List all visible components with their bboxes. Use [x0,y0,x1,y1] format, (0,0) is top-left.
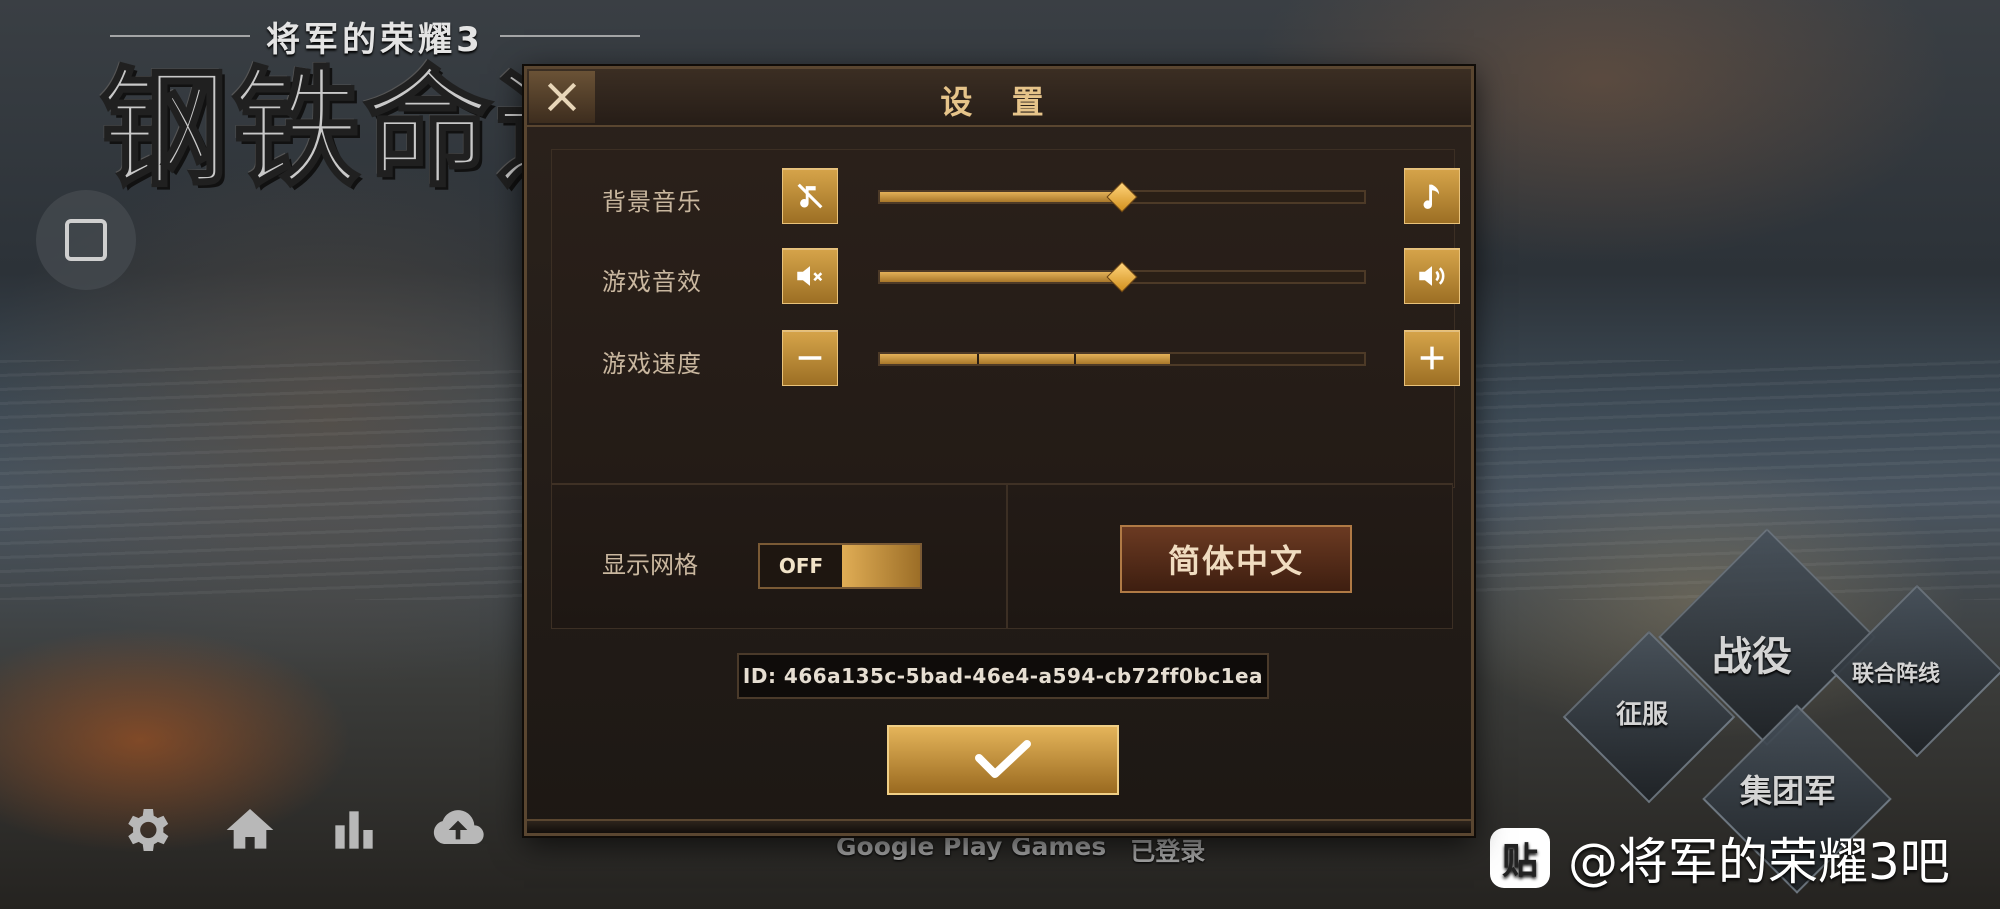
tieba-watermark: 贴 @将军的荣耀3吧 [1490,822,1950,894]
cloud-upload-button[interactable] [424,800,492,860]
music-note-icon [1423,184,1440,209]
music-label: 背景音乐 [602,188,702,216]
stats-icon [335,811,373,849]
home-icon [226,809,274,849]
speaker-mute-icon [797,266,823,286]
music-slider-fill [880,192,1122,202]
display-language-panel: 显示网格 OFF 简体中文 [551,483,1453,629]
music-mute-button[interactable] [782,168,838,224]
mode-army-group-label: 集团军 [1740,772,1837,810]
settings-dialog: 设 置 背景音乐 游戏音效 游戏速度 显示网格 OFF 简体中文 ID: 466… [524,66,1474,836]
mode-campaign-label: 战役 [1712,634,1792,680]
speed-row: 游戏速度 [552,322,1460,392]
mode-conquest-label: 征服 [1616,700,1669,730]
music-on-button[interactable] [1404,168,1460,224]
speaker-loud-icon [1419,266,1445,286]
google-play-status: Google Play Games 已登录 [836,832,1205,868]
game-speed-slider[interactable] [878,352,1366,366]
sfx-volume-slider[interactable] [878,261,1366,293]
dialog-title: 设 置 [940,83,1058,121]
speed-label: 游戏速度 [602,350,702,378]
minus-icon [798,356,822,360]
music-slider-knob[interactable] [1106,181,1138,213]
grid-label: 显示网格 [602,551,698,579]
grid-option: 显示网格 OFF [552,485,1008,628]
sfx-loud-button[interactable] [1404,248,1460,304]
grid-toggle[interactable]: OFF [758,543,922,589]
speed-segment-divider [1267,354,1270,364]
tieba-logo-icon: 贴 [1490,828,1550,888]
speed-segment-divider [976,354,979,364]
gear-icon [128,809,169,851]
watermark-text: @将军的荣耀3吧 [1568,833,1950,891]
speed-segment-divider [1170,354,1173,364]
audio-speed-panel: 背景音乐 游戏音效 游戏速度 [551,149,1460,488]
speed-segment-divider [1073,354,1076,364]
stats-button[interactable] [320,800,388,860]
login-status-label: 已登录 [1130,837,1206,866]
google-play-label: Google Play Games [836,832,1107,861]
dialog-bottom-edge [527,819,1471,833]
settings-button[interactable] [112,800,180,860]
grid-toggle-state: OFF [760,545,842,587]
cloud-upload-icon [433,810,484,844]
dialog-header: 设 置 [527,69,1471,127]
logo-subtitle-text: 将军的荣耀3 [266,19,484,60]
player-id: ID: 466a135c-5bad-46e4-a594-cb72ff0bc1ea [737,653,1269,699]
close-icon [547,82,577,112]
sfx-mute-button[interactable] [782,248,838,304]
language-option: 简体中文 [1008,485,1452,628]
game-logo-subtitle: 将军的荣耀3 [110,14,641,60]
checkmark-icon [975,740,1031,778]
speed-increase-button[interactable] [1404,330,1460,386]
music-row: 背景音乐 [552,160,1460,230]
floating-square-button[interactable] [36,190,136,290]
confirm-button[interactable] [887,725,1119,795]
bottom-toolbar [112,800,492,860]
plus-icon [1420,346,1444,370]
music-volume-slider[interactable] [878,181,1366,213]
sfx-row: 游戏音效 [552,240,1460,310]
grid-toggle-knob [842,545,920,587]
logo-divider-line [499,35,641,37]
language-button[interactable]: 简体中文 [1120,525,1352,593]
speed-slider-fill [880,354,1171,364]
logo-divider-line [110,35,251,37]
close-button[interactable] [529,71,595,123]
sfx-label: 游戏音效 [602,268,702,296]
sfx-slider-fill [880,272,1122,282]
mode-allied-front-label: 联合阵线 [1852,662,1941,687]
square-icon [65,219,107,261]
speed-decrease-button[interactable] [782,330,838,386]
sfx-slider-knob[interactable] [1106,261,1138,293]
music-mute-icon [797,183,823,209]
home-button[interactable] [216,800,284,860]
